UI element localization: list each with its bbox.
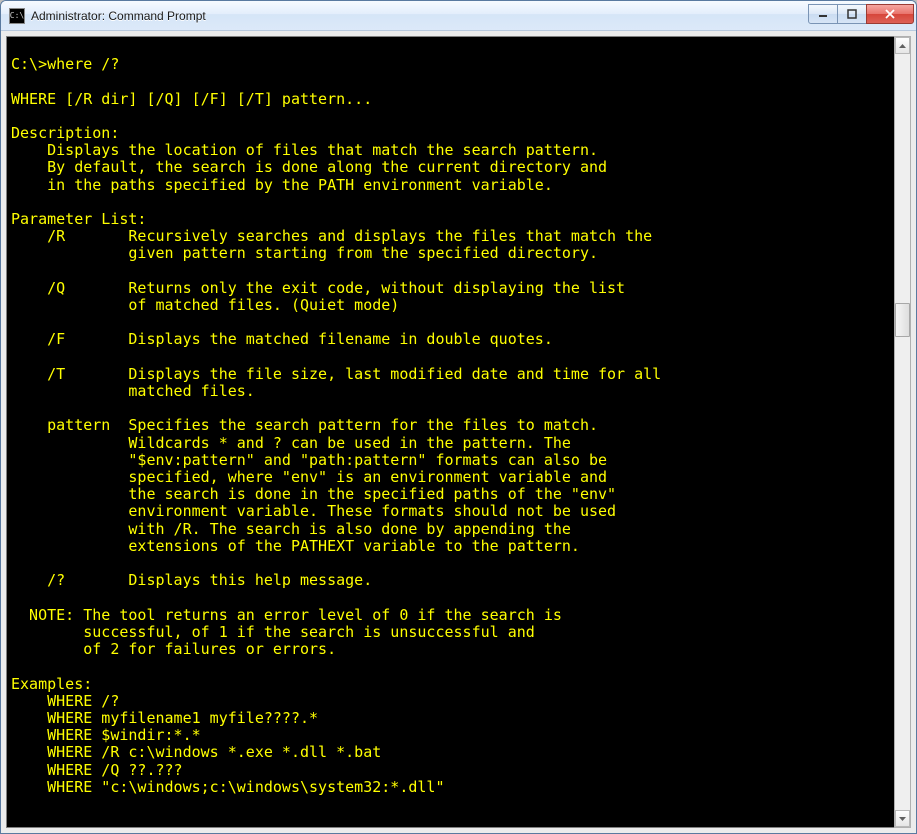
terminal-line: pattern Specifies the search pattern for… bbox=[11, 416, 598, 434]
maximize-button[interactable] bbox=[837, 4, 867, 24]
terminal-line: with /R. The search is also done by appe… bbox=[11, 520, 571, 538]
terminal-line: WHERE myfilename1 myfile????.* bbox=[11, 709, 318, 727]
close-icon bbox=[884, 9, 896, 19]
terminal-line: the search is done in the specified path… bbox=[11, 485, 616, 503]
terminal-line: NOTE: The tool returns an error level of… bbox=[11, 606, 562, 624]
terminal-line: /R Recursively searches and displays the… bbox=[11, 227, 652, 245]
terminal-line: WHERE /Q ??.??? bbox=[11, 761, 183, 779]
terminal-line: environment variable. These formats shou… bbox=[11, 502, 616, 520]
terminal-line: WHERE [/R dir] [/Q] [/F] [/T] pattern... bbox=[11, 90, 372, 108]
terminal-line: of 2 for failures or errors. bbox=[11, 640, 336, 658]
terminal-line: Description: bbox=[11, 124, 119, 142]
scroll-up-button[interactable] bbox=[895, 37, 910, 54]
terminal-line: WHERE $windir:*.* bbox=[11, 726, 201, 744]
window-title: Administrator: Command Prompt bbox=[31, 9, 809, 23]
window-controls bbox=[809, 4, 914, 24]
minimize-icon bbox=[818, 9, 828, 19]
vertical-scrollbar[interactable] bbox=[894, 36, 911, 828]
terminal-line: /Q Returns only the exit code, without d… bbox=[11, 279, 625, 297]
terminal-line: By default, the search is done along the… bbox=[11, 158, 607, 176]
cmd-icon: C:\ bbox=[9, 8, 25, 24]
chevron-down-icon bbox=[899, 817, 906, 821]
terminal-line: Parameter List: bbox=[11, 210, 146, 228]
terminal-line: of matched files. (Quiet mode) bbox=[11, 296, 399, 314]
terminal-line: "$env:pattern" and "path:pattern" format… bbox=[11, 451, 607, 469]
close-button[interactable] bbox=[866, 4, 914, 24]
client-area: C:\>where /? WHERE [/R dir] [/Q] [/F] [/… bbox=[1, 31, 916, 833]
titlebar[interactable]: C:\ Administrator: Command Prompt bbox=[1, 1, 916, 31]
terminal-line: WHERE /R c:\windows *.exe *.dll *.bat bbox=[11, 743, 381, 761]
terminal-line: WHERE /? bbox=[11, 692, 119, 710]
minimize-button[interactable] bbox=[808, 4, 838, 24]
terminal-line: Displays the location of files that matc… bbox=[11, 141, 598, 159]
command-prompt-window: C:\ Administrator: Command Prompt C:\>wh… bbox=[0, 0, 917, 834]
terminal-line: /T Displays the file size, last modified… bbox=[11, 365, 661, 383]
scroll-track[interactable] bbox=[895, 54, 910, 810]
terminal-line: specified, where "env" is an environment… bbox=[11, 468, 607, 486]
chevron-up-icon bbox=[899, 44, 906, 48]
terminal-line: matched files. bbox=[11, 382, 255, 400]
terminal-line: /F Displays the matched filename in doub… bbox=[11, 330, 553, 348]
terminal-output[interactable]: C:\>where /? WHERE [/R dir] [/Q] [/F] [/… bbox=[6, 36, 894, 828]
terminal-line: extensions of the PATHEXT variable to th… bbox=[11, 537, 580, 555]
terminal-line: C:\>where /? bbox=[11, 55, 119, 73]
terminal-line: Examples: bbox=[11, 675, 92, 693]
scroll-down-button[interactable] bbox=[895, 810, 910, 827]
scroll-thumb[interactable] bbox=[895, 303, 910, 337]
terminal-line: WHERE "c:\windows;c:\windows\system32:*.… bbox=[11, 778, 444, 796]
terminal-line: /? Displays this help message. bbox=[11, 571, 372, 589]
maximize-icon bbox=[847, 9, 857, 19]
terminal-line: successful, of 1 if the search is unsucc… bbox=[11, 623, 535, 641]
terminal-line: given pattern starting from the specifie… bbox=[11, 244, 598, 262]
terminal-line: Wildcards * and ? can be used in the pat… bbox=[11, 434, 571, 452]
terminal-line: in the paths specified by the PATH envir… bbox=[11, 176, 553, 194]
